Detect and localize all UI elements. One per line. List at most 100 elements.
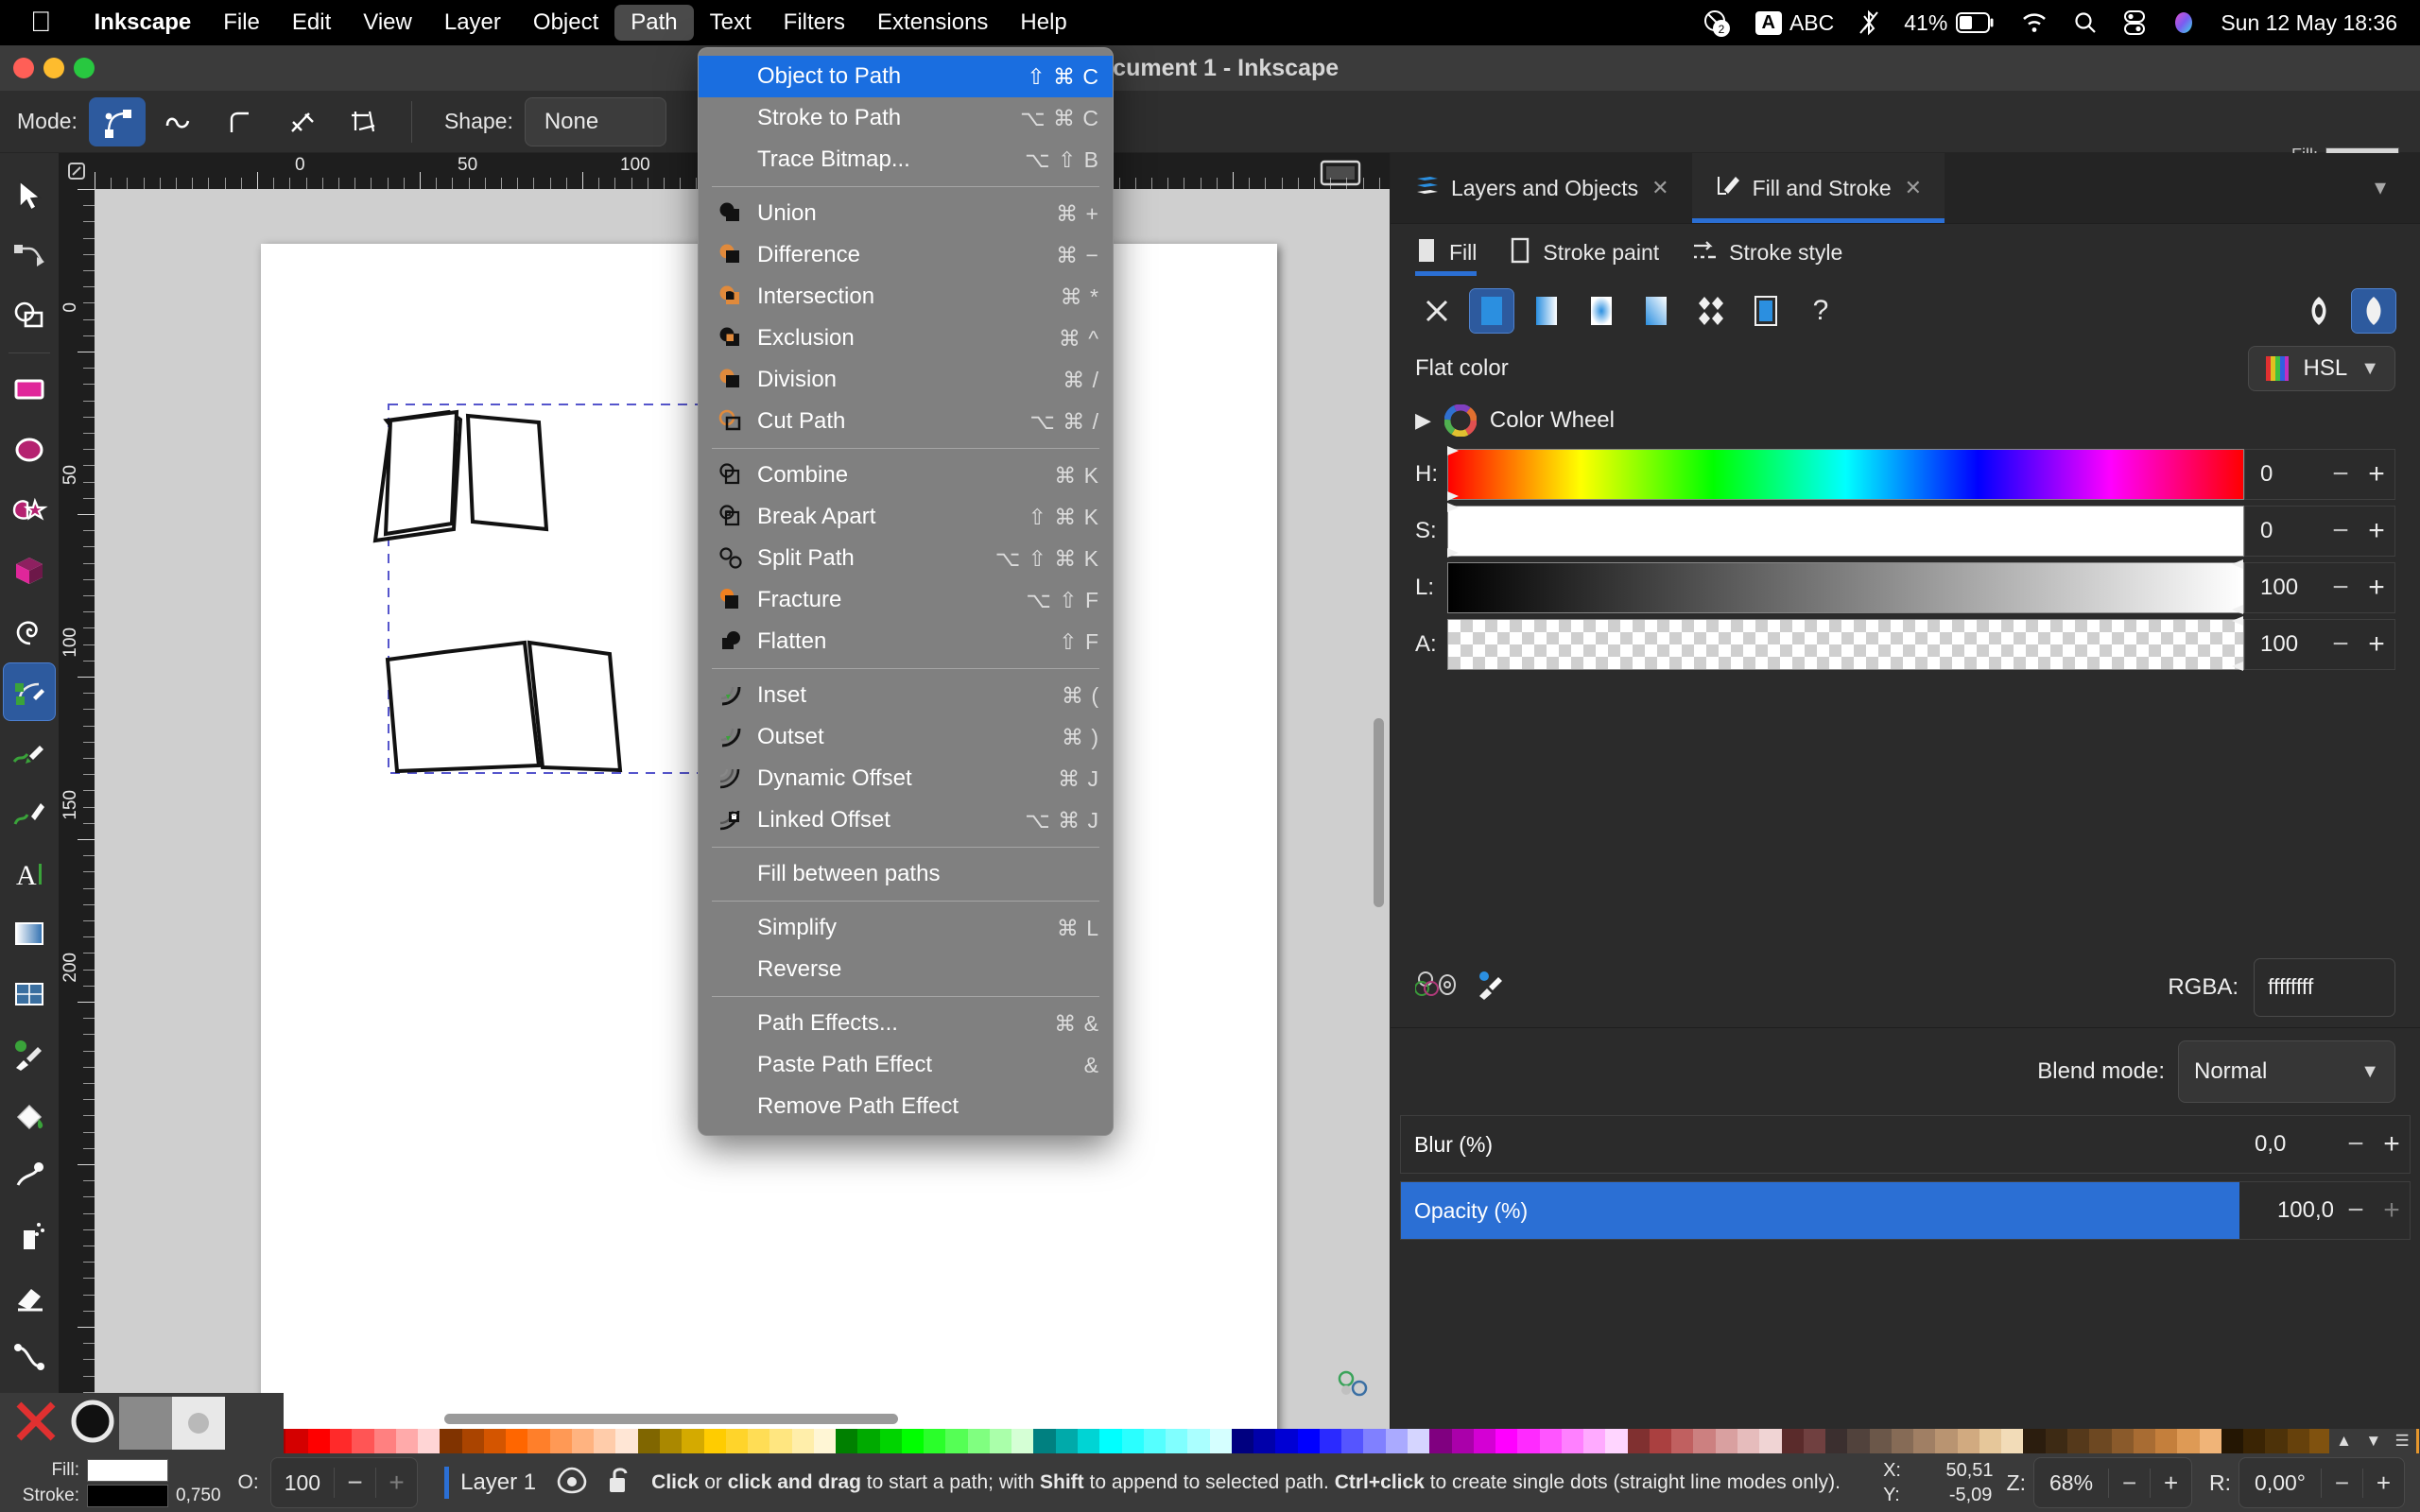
palette-swatch[interactable] <box>2308 1429 2332 1453</box>
white-swatch[interactable] <box>172 1397 225 1450</box>
menubar-item-inkscape[interactable]: Inkscape <box>78 5 208 41</box>
menu-item-path-effects[interactable]: Path Effects... ⌘ & <box>699 1003 1113 1044</box>
menubar-item-layer[interactable]: Layer <box>428 5 517 41</box>
unknown-paint-icon[interactable]: ? <box>1799 289 1842 333</box>
dropper-icon[interactable] <box>1474 968 1508 1006</box>
palette-swatch[interactable] <box>285 1429 308 1453</box>
palette-swatch[interactable] <box>1473 1429 1496 1453</box>
menu-item-reverse[interactable]: Reverse <box>699 949 1113 990</box>
menu-item-difference[interactable]: Difference ⌘ − <box>699 234 1113 276</box>
palette-swatch[interactable] <box>1166 1429 1188 1453</box>
color-wheel-expander[interactable]: ▶ Color Wheel <box>1391 395 2420 446</box>
palette-swatch[interactable] <box>307 1429 330 1453</box>
vertical-ruler[interactable]: 0 50 100 150 200 <box>59 189 95 1429</box>
fill-rule-nonzero-icon[interactable] <box>2351 288 2396 334</box>
menu-item-fill-between-paths[interactable]: Fill between paths <box>699 853 1113 895</box>
rectangle-tool[interactable] <box>3 360 56 419</box>
palette-swatch[interactable] <box>1803 1429 1826 1453</box>
rotation-decrement[interactable]: − <box>2321 1468 2362 1498</box>
palette-swatch[interactable] <box>1935 1429 1958 1453</box>
boolean-tool[interactable] <box>3 287 56 346</box>
clock-label[interactable]: Sun 12 May 18:36 <box>2221 10 2397 36</box>
menu-item-paste-path-effect[interactable]: Paste Path Effect & <box>699 1044 1113 1086</box>
subtab-stroke-paint[interactable]: Stroke paint <box>1509 224 1659 282</box>
palette-swatch[interactable] <box>748 1429 770 1453</box>
menubar-item-edit[interactable]: Edit <box>276 5 347 41</box>
eye-icon[interactable] <box>555 1465 589 1501</box>
remove-color-icon[interactable] <box>11 1397 60 1451</box>
opacity-decrement-button[interactable]: − <box>2338 1194 2374 1227</box>
menubar-item-file[interactable]: File <box>207 5 276 41</box>
palette-swatch[interactable] <box>571 1429 595 1453</box>
pen-tool[interactable] <box>3 662 56 721</box>
opacity-increment-button[interactable]: + <box>2374 1194 2410 1227</box>
palette-swatch[interactable] <box>725 1429 749 1453</box>
blur-decrement-button[interactable]: − <box>2338 1128 2374 1160</box>
selector-tool[interactable] <box>3 166 56 225</box>
blur-increment-button[interactable]: + <box>2374 1128 2410 1160</box>
alpha-slider-decrement[interactable]: − <box>2323 628 2359 661</box>
palette-swatch[interactable] <box>1671 1429 1694 1453</box>
palette-swatch[interactable] <box>836 1429 858 1453</box>
text-tool[interactable]: A <box>3 844 56 902</box>
menubar-item-path[interactable]: Path <box>614 5 694 41</box>
palette-swatch[interactable] <box>989 1429 1012 1453</box>
star-tool[interactable] <box>3 481 56 540</box>
menubar-item-text[interactable]: Text <box>694 5 768 41</box>
status-stroke-swatch[interactable] <box>87 1484 168 1507</box>
palette-swatch[interactable] <box>945 1429 968 1453</box>
palette-swatch[interactable] <box>1517 1429 1540 1453</box>
palette-swatch[interactable] <box>1055 1429 1079 1453</box>
palette-swatch[interactable] <box>703 1429 726 1453</box>
saturation-slider-track[interactable] <box>1447 503 2244 558</box>
palette-swatch[interactable] <box>2265 1429 2288 1453</box>
menu-item-trace-bitmap[interactable]: Trace Bitmap... ⌥ ⇧ B <box>699 139 1113 180</box>
palette-swatch[interactable] <box>2199 1429 2221 1453</box>
palette-swatch[interactable] <box>1408 1429 1430 1453</box>
spiral-tool[interactable] <box>3 602 56 661</box>
path-menu-dropdown[interactable]: Object to Path ⇧ ⌘ C Stroke to Path ⌥ ⌘ C Tr… <box>698 47 1114 1136</box>
palette-swatch[interactable] <box>1957 1429 1979 1453</box>
palette-swatch[interactable] <box>1869 1429 1892 1453</box>
status-opacity-increment[interactable]: + <box>375 1468 417 1498</box>
bezier-mode-regular-button[interactable] <box>88 96 146 146</box>
palette-swatch[interactable] <box>506 1429 528 1453</box>
blur-slider-row[interactable]: Blur (%) 0,0 − + <box>1400 1115 2411 1174</box>
palette-swatch[interactable] <box>483 1429 507 1453</box>
menu-item-cut-path[interactable]: Cut Path ⌥ ⌘ / <box>699 401 1113 442</box>
menu-item-flatten[interactable]: Flatten ⇧ F <box>699 621 1113 662</box>
bezier-mode-spiro-button[interactable] <box>150 97 207 146</box>
close-icon[interactable]: ✕ <box>1905 176 1922 200</box>
palette-swatch[interactable] <box>1275 1429 1298 1453</box>
color-palette[interactable] <box>0 1429 2420 1453</box>
saturation-slider-decrement[interactable]: − <box>2323 515 2359 547</box>
palette-swatch[interactable] <box>1121 1429 1144 1453</box>
hue-slider-spinner[interactable]: 0 − + <box>2244 449 2395 500</box>
palette-swatch[interactable] <box>1451 1429 1474 1453</box>
gray-swatch[interactable] <box>119 1397 172 1450</box>
palette-swatch[interactable] <box>1737 1429 1760 1453</box>
opacity-track[interactable]: Opacity (%) <box>1401 1182 2239 1239</box>
menu-item-intersection[interactable]: Intersection ⌘ * <box>699 276 1113 318</box>
alpha-slider-spinner[interactable]: 100− + <box>2244 619 2395 670</box>
bezier-mode-bspline-button[interactable] <box>212 97 268 146</box>
palette-swatch[interactable] <box>2155 1429 2178 1453</box>
palette-swatch[interactable] <box>1583 1429 1606 1453</box>
hue-slider-decrement[interactable]: − <box>2323 458 2359 490</box>
close-icon[interactable]: ✕ <box>1651 176 1668 200</box>
palette-swatch[interactable] <box>967 1429 990 1453</box>
palette-swatch[interactable] <box>461 1429 484 1453</box>
palette-swatch[interactable] <box>2089 1429 2112 1453</box>
paintbucket-tool[interactable] <box>3 1086 56 1144</box>
node-tool[interactable] <box>3 227 56 285</box>
palette-swatch[interactable] <box>1187 1429 1210 1453</box>
menubar-item-filters[interactable]: Filters <box>768 5 861 41</box>
lightness-slider-spinner[interactable]: 100− + <box>2244 562 2395 613</box>
tweak-tool[interactable] <box>3 1146 56 1205</box>
palette-swatch[interactable] <box>2287 1429 2309 1453</box>
alpha-slider-track[interactable] <box>1447 616 2244 671</box>
battery-indicator[interactable]: 41% <box>1904 10 1996 36</box>
palette-swatch[interactable] <box>1495 1429 1518 1453</box>
pencil-tool[interactable] <box>3 723 56 782</box>
palette-swatch[interactable] <box>791 1429 814 1453</box>
